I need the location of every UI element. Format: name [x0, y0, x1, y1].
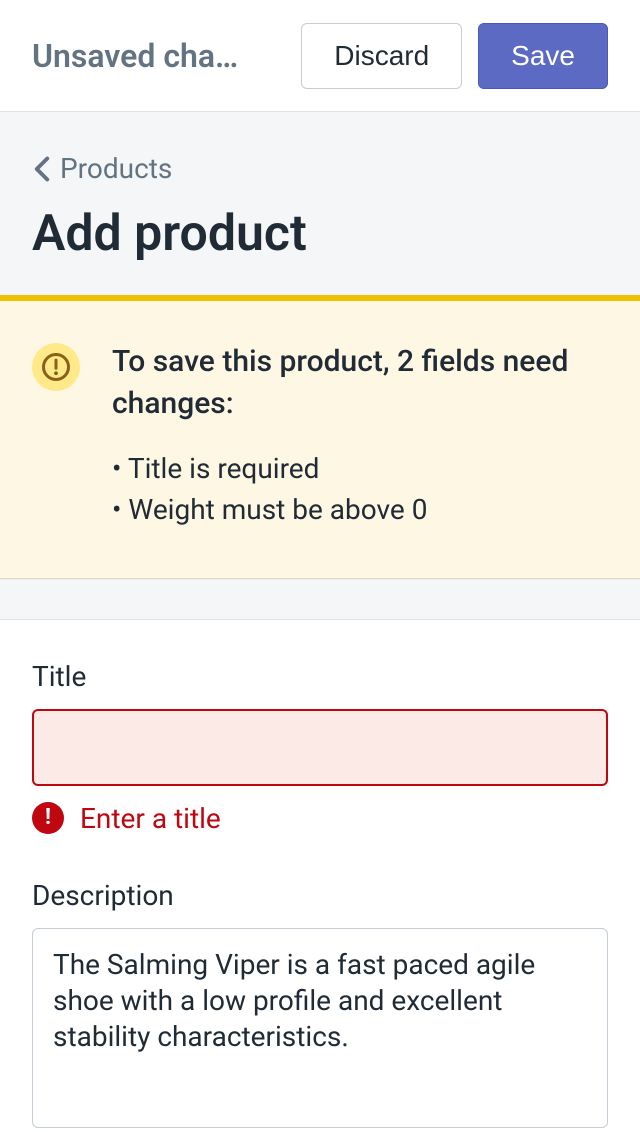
title-field: Title ! Enter a title: [32, 660, 608, 834]
discard-button[interactable]: Discard: [301, 23, 462, 89]
description-input[interactable]: [32, 928, 608, 1128]
warning-body: To save this product, 2 fields need chan…: [112, 341, 608, 530]
chevron-left-icon: [32, 155, 52, 183]
unsaved-changes-label: Unsaved cha…: [32, 37, 285, 75]
page-title: Add product: [32, 205, 608, 263]
warning-icon: [32, 343, 80, 391]
form-card: Title ! Enter a title Description: [0, 619, 640, 1131]
topbar: Unsaved cha… Discard Save: [0, 0, 640, 112]
description-label: Description: [32, 879, 608, 912]
warning-banner: To save this product, 2 fields need chan…: [0, 295, 640, 579]
title-input[interactable]: [32, 709, 608, 785]
warning-item: Title is required: [112, 449, 608, 490]
breadcrumb-label: Products: [60, 152, 172, 185]
breadcrumb-products[interactable]: Products: [32, 152, 172, 185]
warning-list: Title is required Weight must be above 0: [112, 449, 608, 530]
title-error-text: Enter a title: [80, 802, 221, 835]
warning-item: Weight must be above 0: [112, 490, 608, 531]
title-error: ! Enter a title: [32, 802, 608, 835]
warning-heading: To save this product, 2 fields need chan…: [112, 341, 608, 425]
error-icon: !: [32, 802, 64, 834]
title-label: Title: [32, 660, 608, 693]
page-header: Products Add product: [0, 112, 640, 295]
description-field: Description: [32, 879, 608, 1132]
save-button[interactable]: Save: [478, 23, 608, 89]
